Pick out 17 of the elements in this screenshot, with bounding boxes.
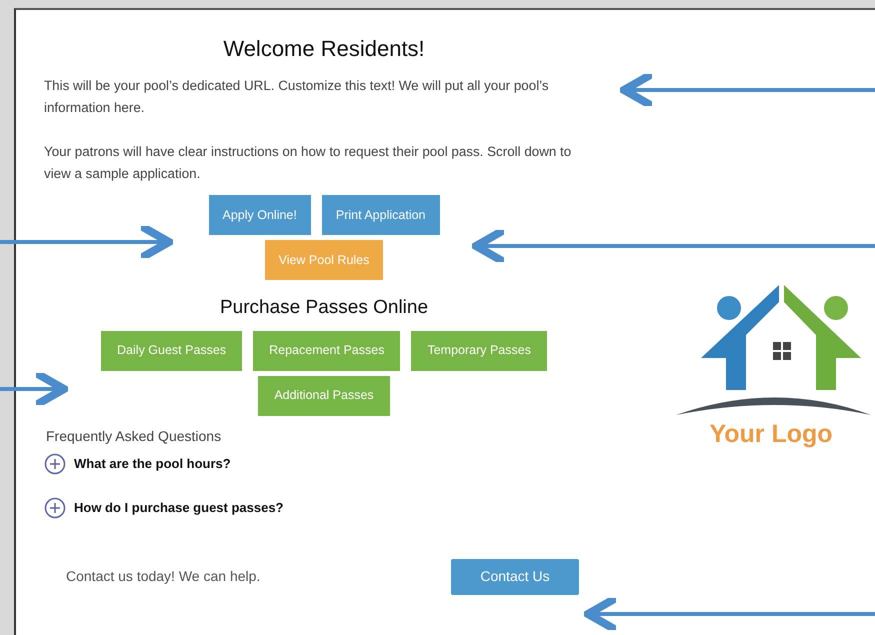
page-heading: Welcome Residents! xyxy=(222,35,426,63)
faq-title: Frequently Asked Questions xyxy=(45,426,222,446)
logo-text: Your Logo xyxy=(708,419,834,450)
contact-text: Contact us today! We can help. xyxy=(66,567,262,586)
faq-question[interactable]: How do I purchase guest passes? xyxy=(74,498,284,518)
pass-button[interactable]: Additional Passes xyxy=(258,376,390,416)
pass-button[interactable]: Daily Guest Passes xyxy=(101,330,242,370)
action-button[interactable]: View Pool Rules xyxy=(264,240,384,280)
faq-question[interactable]: What are the pool hours? xyxy=(74,454,231,474)
action-button[interactable]: Apply Online! xyxy=(208,195,311,235)
contact-button[interactable]: Contact Us xyxy=(451,558,579,594)
pass-button[interactable]: Repacement Passes xyxy=(253,330,400,370)
action-button[interactable]: Print Application xyxy=(322,195,440,235)
pass-button[interactable]: Temporary Passes xyxy=(411,330,547,370)
paragraph: Your patrons will have clear instructions on how to request their pool pass. Scroll down to view a sample application. xyxy=(44,143,572,183)
paragraph: This will be your pool’s dedicated URL. Customize this text! We will put all your pool’s information here. xyxy=(44,77,550,117)
section-title: Purchase Passes Online xyxy=(218,296,430,320)
